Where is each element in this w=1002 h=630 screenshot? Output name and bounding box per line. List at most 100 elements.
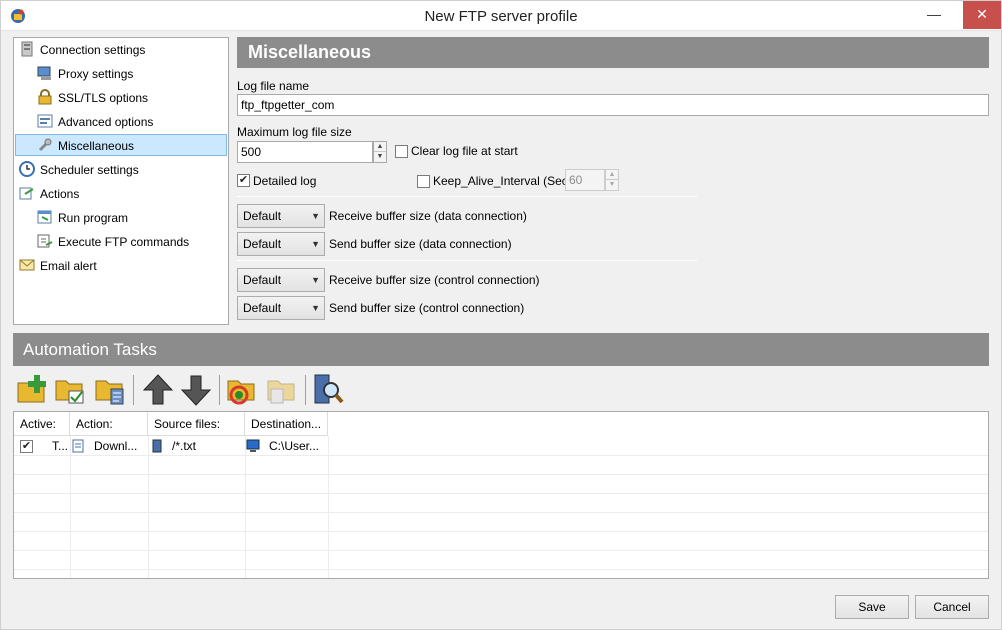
row-type: T... xyxy=(52,439,69,453)
save-button[interactable]: Save xyxy=(835,595,909,619)
actions-icon xyxy=(19,187,34,200)
log-file-name-label: Log file name xyxy=(237,79,310,93)
edit-task-icon[interactable] xyxy=(53,373,87,407)
tree-item-ssl-tls-options[interactable]: SSL/TLS options xyxy=(37,87,148,109)
chevron-down-icon: ▼ xyxy=(311,211,320,221)
tree-item-advanced-options[interactable]: Advanced options xyxy=(37,111,153,133)
log-file-name-input[interactable]: ftp_ftpgetter_com xyxy=(237,94,989,116)
spin-down-icon[interactable]: ▼ xyxy=(374,152,386,162)
column-header-source[interactable]: Source files: xyxy=(148,412,245,436)
tree-item-execute-ftp-commands[interactable]: Execute FTP commands xyxy=(37,231,189,253)
tree-item-label: Connection settings xyxy=(40,43,146,57)
cancel-button[interactable]: Cancel xyxy=(915,595,989,619)
tree-item-label: Execute FTP commands xyxy=(58,235,190,249)
move-down-icon[interactable] xyxy=(179,373,213,407)
send-buffer-data-label: Send buffer size (data connection) xyxy=(329,237,512,251)
tree-item-connection-settings[interactable]: Connection settings xyxy=(19,39,145,61)
tree-item-proxy-settings[interactable]: Proxy settings xyxy=(37,63,133,85)
send-buffer-control-select[interactable]: Default ▼ xyxy=(237,296,325,320)
automation-tasks-header: Automation Tasks xyxy=(13,333,989,366)
receive-buffer-control-label: Receive buffer size (control connection) xyxy=(329,273,540,287)
row-active-checkbox[interactable]: ✔ xyxy=(20,440,33,453)
tree-item-label: Proxy settings xyxy=(58,67,134,81)
disabled-task-icon[interactable] xyxy=(265,373,299,407)
tree-item-actions[interactable]: Actions xyxy=(19,183,79,205)
clear-log-label: Clear log file at start xyxy=(411,144,518,158)
receive-buffer-data-label: Receive buffer size (data connection) xyxy=(329,209,527,223)
column-header-active[interactable]: Active: xyxy=(14,412,70,436)
clear-log-checkbox[interactable] xyxy=(395,145,408,158)
ftp-commands-icon xyxy=(37,234,53,248)
grid-line xyxy=(70,436,71,578)
grid-line xyxy=(14,455,988,456)
column-header-action[interactable]: Action: xyxy=(70,412,148,436)
grid-line xyxy=(14,531,988,532)
tree-item-label: Run program xyxy=(58,211,129,225)
grid-line xyxy=(14,512,988,513)
search-log-icon[interactable] xyxy=(311,373,345,407)
form-icon xyxy=(37,114,53,128)
tree-item-run-program[interactable]: Run program xyxy=(37,207,128,229)
send-buffer-data-select[interactable]: Default ▼ xyxy=(237,232,325,256)
grid-line xyxy=(328,436,329,578)
chevron-down-icon: ▼ xyxy=(311,239,320,249)
server-file-icon xyxy=(152,439,162,453)
tree-item-label: Advanced options xyxy=(58,115,154,129)
tree-item-miscellaneous[interactable]: Miscellaneous xyxy=(15,134,227,156)
spin-down-icon[interactable]: ▼ xyxy=(606,180,618,190)
receive-buffer-data-select[interactable]: Default ▼ xyxy=(237,204,325,228)
divider xyxy=(237,196,697,197)
detailed-log-label: Detailed log xyxy=(253,174,317,188)
lock-icon xyxy=(38,89,52,105)
row-action: Downl... xyxy=(94,439,138,453)
spin-up-icon[interactable]: ▲ xyxy=(606,170,618,180)
grid-line xyxy=(148,436,149,578)
spin-up-icon[interactable]: ▲ xyxy=(374,142,386,152)
row-destination: C:\User... xyxy=(269,439,320,453)
toolbar-separator xyxy=(219,375,220,405)
minimize-button[interactable]: — xyxy=(919,1,949,29)
move-up-icon[interactable] xyxy=(141,373,175,407)
grid-line xyxy=(14,569,988,570)
title-bar: New FTP server profile — ✕ xyxy=(1,1,1001,31)
max-log-size-spinner[interactable]: ▲ ▼ xyxy=(373,141,387,163)
tree-item-label: Actions xyxy=(40,187,80,201)
email-icon xyxy=(19,259,35,271)
grid-line xyxy=(14,474,988,475)
close-button[interactable]: ✕ xyxy=(963,1,1001,29)
receive-buffer-control-select[interactable]: Default ▼ xyxy=(237,268,325,292)
grid-line xyxy=(14,493,988,494)
select-value: Default xyxy=(243,273,282,287)
tree-item-label: Scheduler settings xyxy=(40,163,139,177)
toolbar-separator xyxy=(133,375,134,405)
automation-toolbar xyxy=(13,371,989,409)
grid-line xyxy=(14,550,988,551)
task-properties-icon[interactable] xyxy=(93,373,127,407)
tree-item-email-alert[interactable]: Email alert xyxy=(19,255,97,277)
tree-item-label: SSL/TLS options xyxy=(58,91,149,105)
tree-item-label: Email alert xyxy=(40,259,97,273)
wrench-icon xyxy=(38,138,52,152)
select-value: Default xyxy=(243,301,282,315)
dialog-window: New FTP server profile — ✕ Connection se… xyxy=(0,0,1002,630)
detailed-log-checkbox[interactable]: ✔ xyxy=(237,174,250,187)
toolbar-separator xyxy=(305,375,306,405)
keepalive-input[interactable]: 60 xyxy=(565,169,605,191)
automation-tasks-table: Active: Action: Source files: Destinatio… xyxy=(13,411,989,579)
keepalive-checkbox[interactable] xyxy=(417,175,430,188)
tree-item-scheduler-settings[interactable]: Scheduler settings xyxy=(19,159,139,181)
chevron-down-icon: ▼ xyxy=(311,303,320,313)
select-value: Default xyxy=(243,237,282,251)
add-task-icon[interactable] xyxy=(15,373,49,407)
miscellaneous-header: Miscellaneous xyxy=(237,37,989,68)
server-icon xyxy=(21,41,33,57)
keepalive-spinner[interactable]: ▲ ▼ xyxy=(605,169,619,191)
clock-icon xyxy=(19,161,35,177)
sync-task-icon[interactable] xyxy=(225,373,259,407)
select-value: Default xyxy=(243,209,282,223)
column-header-destination[interactable]: Destination... xyxy=(245,412,328,436)
chevron-down-icon: ▼ xyxy=(311,275,320,285)
row-source: /*.txt xyxy=(172,439,197,453)
max-log-size-input[interactable]: 500 xyxy=(237,141,373,163)
computer-icon xyxy=(246,439,260,452)
